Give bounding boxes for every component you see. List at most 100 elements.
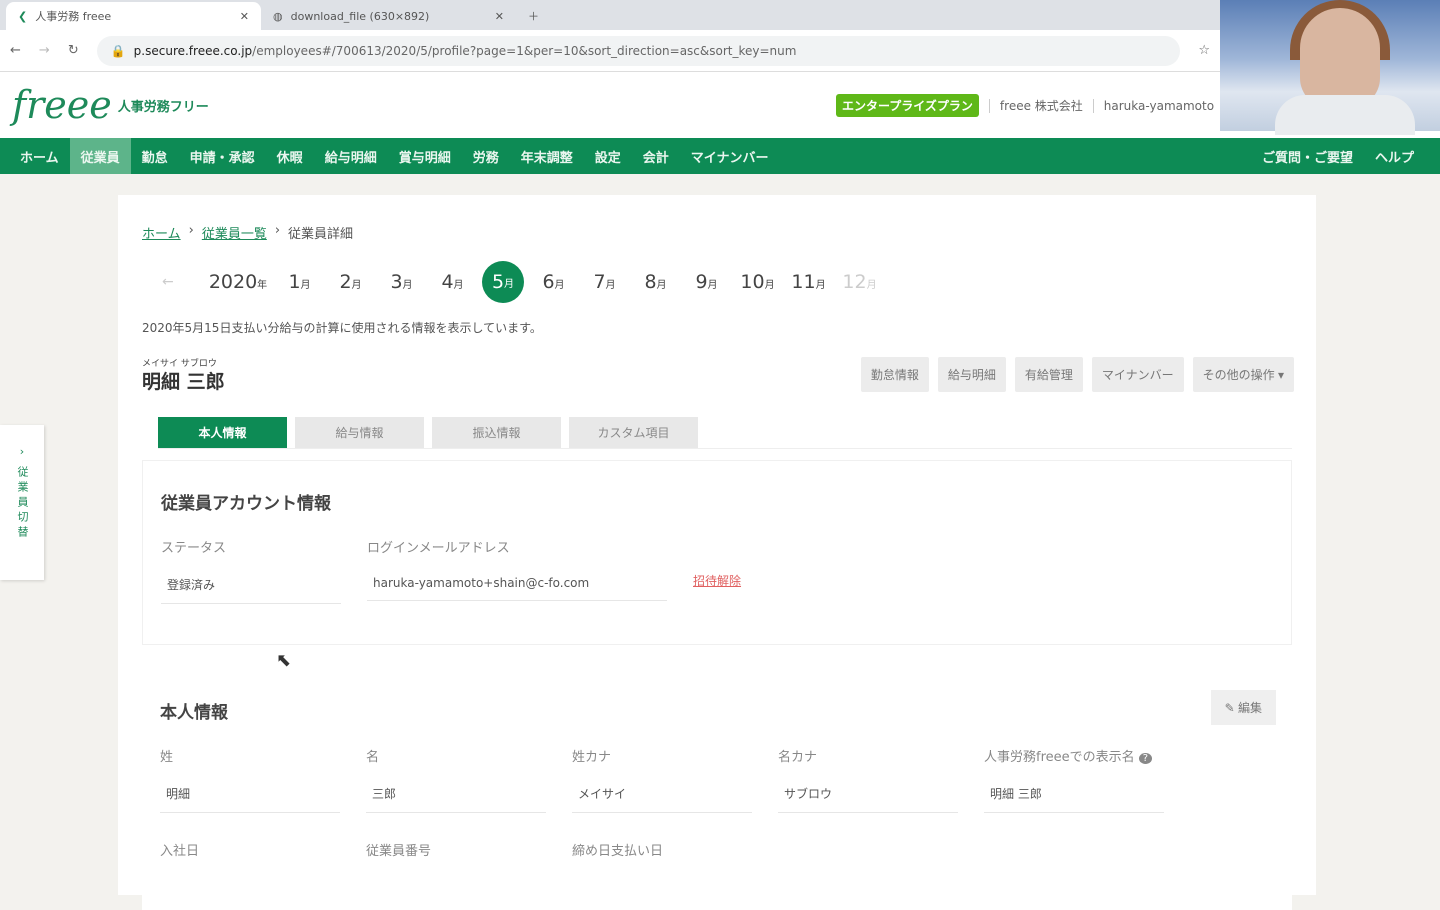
nav-help[interactable]: ヘルプ — [1364, 138, 1440, 174]
globe-icon: ◍ — [273, 9, 283, 23]
employee-name: 明細 三郎 — [142, 371, 225, 393]
nav-attendance[interactable]: 勤怠 — [131, 138, 179, 174]
nav-bonus[interactable]: 賞与明細 — [388, 138, 462, 174]
personal-card: 本人情報 ✎ 編集 姓明細名三郎 姓カナ メイサイ 名カナ サブロウ 人事労務freeeで… — [142, 670, 1292, 910]
tab-custom[interactable]: カスタム項目 — [569, 417, 698, 448]
nav-home[interactable]: ホーム — [0, 138, 70, 174]
logo-mark: freee — [12, 83, 112, 127]
nav-approval[interactable]: 申請・承認 — [179, 138, 266, 174]
section-title: 本人情報 — [160, 703, 228, 723]
freee-favicon-icon: ❮ — [18, 9, 28, 23]
url-host: p.secure.freee.co.jp — [133, 43, 253, 58]
account-card: 従業員アカウント情報 ステータス登録済み ログインメールアドレス haruka-y… — [142, 460, 1292, 645]
star-icon[interactable]: ☆ — [1198, 43, 1210, 58]
mynumber-button[interactable]: マイナンバー — [1091, 357, 1184, 392]
field-label: 姓カナ — [572, 750, 612, 765]
logo-subtitle: 人事労務フリー — [117, 99, 209, 115]
nav-year-end[interactable]: 年末調整 — [510, 138, 584, 174]
chevron-right-icon: › — [19, 445, 25, 458]
main-panel: ホーム › 従業員一覧 › 従業員詳細 ← 2020年 1月 2月 3月 4月 5 月 6月 7月… — [118, 195, 1316, 910]
employee-switch-tab[interactable]: › 従業員切替 — [0, 425, 44, 580]
month-selector: ← 2020年 1月 2月 3月 4月 5 月 6月 7月 8月 9月 10月 11月 12月 — [162, 261, 885, 303]
field-value: サブロウ — [778, 779, 958, 813]
breadcrumb-employee-list[interactable]: 従業員一覧 — [202, 223, 267, 242]
month-5[interactable]: 5月 — [482, 261, 524, 303]
attendance-button[interactable]: 勤怠情報 — [860, 357, 929, 392]
month-11[interactable]: 11月 — [783, 271, 834, 293]
back-icon[interactable]: ← — [10, 43, 21, 58]
year-label: 2020年 — [208, 271, 268, 293]
field-label: ステータス — [161, 541, 227, 556]
nav-mynumber[interactable]: マイナンバー — [680, 138, 780, 174]
tab-title: 人事労務 freee — [35, 10, 112, 23]
nav-payslip[interactable]: 給与明細 — [314, 138, 388, 174]
breadcrumb: ホーム › 従業員一覧 › 従業員詳細 — [142, 223, 354, 242]
nav-labor[interactable]: 労務 — [462, 138, 510, 174]
month-4[interactable]: 4月 — [427, 271, 478, 293]
profile-tabs: 本人情報 給与情報 振込情報 カスタム項目 — [158, 417, 1292, 449]
section-title: 従業員アカウント情報 — [161, 494, 331, 514]
field-value: 三郎 — [366, 779, 546, 813]
url-input[interactable]: 🔒 p.secure.freee.co.jp/employees#/700613/… — [96, 35, 1181, 66]
nav-employees[interactable]: 従業員 — [69, 138, 131, 174]
company-name[interactable]: freee 株式会社 — [1000, 97, 1083, 114]
reload-icon[interactable]: ↻ — [68, 43, 79, 58]
field-value: 明細 — [160, 779, 340, 813]
global-nav: ホーム 従業員 勤怠 申請・承認 休暇 給与明細 賞与明細 労務 年末調整 設定… — [0, 138, 1440, 174]
tab-salary[interactable]: 給与情報 — [295, 417, 424, 448]
month-12[interactable]: 12月 — [834, 271, 885, 293]
side-label: 従業員切替 — [16, 466, 29, 541]
nav-settings[interactable]: 設定 — [584, 138, 632, 174]
close-icon[interactable]: ✕ — [240, 10, 249, 23]
nav-feedback[interactable]: ご質問・ご要望 — [1251, 138, 1364, 174]
pencil-icon: ✎ — [1224, 701, 1238, 715]
field-label: 名 — [366, 750, 380, 765]
month-2[interactable]: 2月 — [325, 271, 376, 293]
edit-button[interactable]: ✎ 編集 — [1210, 690, 1276, 725]
nav-accounting[interactable]: 会計 — [632, 138, 680, 174]
period-note: 2020年5月15日支払い分給与の計算に使用される情報を表示しています。 — [142, 321, 542, 335]
prev-year-icon[interactable]: ← — [162, 274, 202, 290]
month-6[interactable]: 6月 — [528, 271, 579, 293]
help-icon[interactable]: ? — [1138, 753, 1153, 764]
month-10[interactable]: 10月 — [732, 271, 783, 293]
status-value: 登録済み — [161, 570, 341, 604]
logo[interactable]: freee 人事労務フリー — [12, 83, 209, 127]
personal-field: 名三郎 — [366, 746, 546, 813]
revoke-invite-link[interactable]: 招待解除 — [693, 572, 741, 589]
month-8[interactable]: 8月 — [630, 271, 681, 293]
breadcrumb-current: 従業員詳細 — [288, 227, 354, 242]
personal-field: 人事労務freeeでの表示名 ? 明細 三郎 — [984, 746, 1164, 813]
browser-tab[interactable]: ◍ download_file (630×892) ✕ — [261, 2, 516, 30]
webcam-overlay — [1220, 0, 1440, 135]
field-value: メイサイ — [572, 779, 752, 813]
new-tab-button[interactable]: ＋ — [516, 2, 556, 30]
field-label: ログインメールアドレス — [367, 541, 510, 556]
month-1[interactable]: 1月 — [274, 271, 325, 293]
month-9[interactable]: 9月 — [681, 271, 732, 293]
payslip-button[interactable]: 給与明細 — [937, 357, 1006, 392]
url-path: /employees#/700613/2020/5/profile?page=1… — [252, 43, 797, 58]
other-actions-button[interactable]: その他の操作 ▾ — [1192, 357, 1294, 392]
personal-field: 名カナ サブロウ — [778, 746, 958, 813]
field-value: 明細 三郎 — [984, 779, 1164, 813]
month-3[interactable]: 3月 — [376, 271, 427, 293]
month-7[interactable]: 7月 — [579, 271, 630, 293]
forward-icon[interactable]: → — [39, 43, 50, 58]
field-label: 姓 — [160, 750, 174, 765]
paid-leave-button[interactable]: 有給管理 — [1014, 357, 1083, 392]
close-icon[interactable]: ✕ — [495, 10, 504, 23]
browser-tab[interactable]: ❮ 人事労務 freee ✕ — [6, 2, 261, 30]
lock-icon: 🔒 — [110, 43, 126, 58]
breadcrumb-home[interactable]: ホーム — [142, 223, 181, 242]
tab-transfer[interactable]: 振込情報 — [432, 417, 561, 448]
user-name[interactable]: haruka-yamamoto — [1104, 99, 1214, 113]
tab-personal[interactable]: 本人情報 — [158, 417, 287, 448]
field-label: 入社日 — [160, 844, 200, 859]
personal-field: 姓明細 — [160, 746, 340, 813]
nav-leave[interactable]: 休暇 — [266, 138, 314, 174]
email-value: haruka-yamamoto+shain@c-fo.com — [367, 570, 667, 601]
field-label: 従業員番号 — [366, 844, 432, 859]
personal-field: 姓カナ メイサイ — [572, 746, 752, 813]
field-label: 人事労務freeeでの表示名 ? — [984, 746, 1164, 765]
